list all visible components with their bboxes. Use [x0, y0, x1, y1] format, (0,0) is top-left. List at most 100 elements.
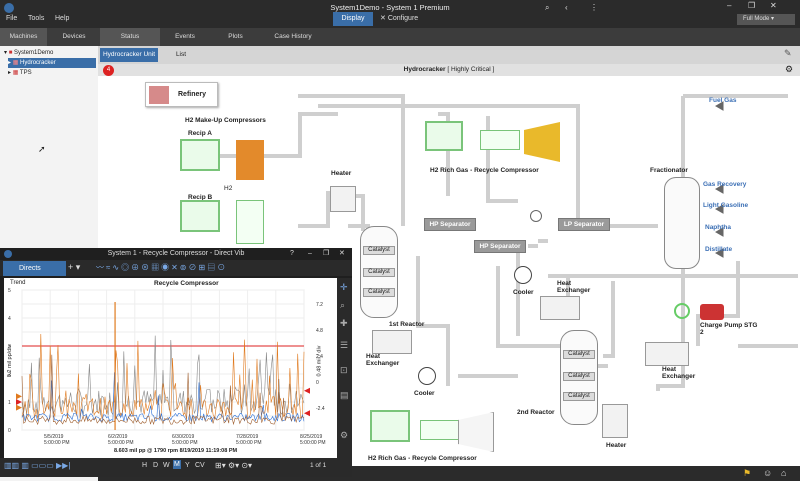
- cursor-icon[interactable]: ✚: [340, 318, 348, 329]
- tab-directs[interactable]: Directs: [3, 261, 66, 276]
- configure-button[interactable]: ✕ Configure: [380, 12, 430, 26]
- mode-select[interactable]: Full Mode ▾: [737, 14, 795, 25]
- menu-tools[interactable]: Tools: [28, 15, 44, 22]
- trend-plot[interactable]: Trend Recycle Compressor 0.2 mil pp/div …: [4, 278, 337, 458]
- light-gasoline-output[interactable]: Light Gasoline: [703, 202, 748, 209]
- cursor-readout: 8.603 mil pp @ 1790 rpm 8/19/2019 11:19:…: [114, 448, 238, 454]
- fractionator-column[interactable]: [664, 177, 700, 269]
- network-icon[interactable]: ⌂: [781, 468, 786, 478]
- menu-help[interactable]: Help: [55, 15, 69, 22]
- fuel-gas-output[interactable]: Fuel Gas: [709, 97, 736, 104]
- tab-machines[interactable]: Machines: [0, 28, 47, 46]
- heat-exchanger-1-label: Heat Exchanger: [366, 353, 400, 367]
- display-button[interactable]: Display: [333, 12, 373, 26]
- y2-tick-label: -2.4: [316, 406, 325, 412]
- series-marker: [16, 399, 22, 405]
- tab-plots[interactable]: Plots: [213, 28, 258, 46]
- timeline-icon[interactable]: ▥▥ ▥ ▭▭▭ ▶▶|: [4, 461, 70, 470]
- period-d[interactable]: D: [153, 462, 158, 469]
- minimize-icon[interactable]: –: [727, 1, 731, 10]
- back-icon[interactable]: ‹: [565, 3, 568, 12]
- status-text: Highly Critical: [451, 66, 491, 73]
- user-icon[interactable]: ☺: [763, 468, 772, 478]
- charge-pump-icon[interactable]: [700, 304, 724, 320]
- help-icon[interactable]: ?: [290, 248, 294, 260]
- heat-exchanger-3[interactable]: [645, 342, 689, 366]
- more-icon[interactable]: ⋮: [590, 3, 598, 12]
- tree-item-tps[interactable]: ▸ ▦ TPS: [8, 68, 96, 78]
- heat-exchanger-2[interactable]: [540, 296, 580, 320]
- valve-icon[interactable]: [530, 210, 542, 222]
- trend-title-bar: System 1 - Recycle Compressor - Direct V…: [0, 248, 352, 260]
- cooler-1-icon[interactable]: [418, 367, 436, 385]
- refinery-label: Refinery: [178, 91, 207, 98]
- tab-devices[interactable]: Devices: [50, 28, 98, 46]
- catalyst-bed: Catalyst: [363, 268, 395, 277]
- period-cv[interactable]: CV: [195, 462, 205, 469]
- maximize-icon[interactable]: ❐: [323, 248, 329, 260]
- close-icon[interactable]: ✕: [770, 1, 777, 10]
- minimize-icon[interactable]: –: [308, 248, 312, 260]
- naphtha-output[interactable]: Naphtha: [705, 224, 731, 231]
- tree-item-hydrocracker[interactable]: ▸ ▦ Hydrocracker: [8, 58, 96, 68]
- y2-tick-label: 7.2: [316, 302, 323, 308]
- crosshair-icon[interactable]: ✛: [340, 282, 348, 293]
- maximize-icon[interactable]: ❐: [748, 1, 755, 10]
- diagram-title: Hydrocracker: [403, 66, 446, 73]
- period-m[interactable]: M: [173, 460, 181, 469]
- add-plot-button[interactable]: + ▾: [68, 262, 80, 273]
- alarm-count: 4: [106, 67, 111, 73]
- bars-icon[interactable]: ☰: [340, 340, 348, 351]
- recycle-compressor-bottom[interactable]: [420, 420, 460, 440]
- tab-status[interactable]: Status: [100, 28, 160, 46]
- gas-recovery-output[interactable]: Gas Recovery: [703, 181, 746, 188]
- period-y[interactable]: Y: [185, 462, 190, 469]
- lp-separator[interactable]: LP Separator: [558, 218, 610, 231]
- alarm-badge[interactable]: 4: [103, 65, 114, 76]
- y2-tick-label: 0: [316, 380, 319, 386]
- filter-icon[interactable]: ▤: [340, 390, 349, 401]
- notification-icon[interactable]: ⚑: [743, 468, 751, 479]
- hp-separator-1[interactable]: HP Separator: [424, 218, 476, 231]
- hp-separator-2[interactable]: HP Separator: [474, 240, 526, 253]
- heater-bottom[interactable]: [602, 404, 628, 438]
- mode-label: Full Mode: [743, 16, 770, 22]
- series-marker: [16, 393, 22, 400]
- x-tick-time: 5:00:00 PM: [236, 440, 262, 446]
- marker-icon[interactable]: ⊡: [340, 365, 348, 376]
- recycle-motor-top[interactable]: [425, 121, 463, 151]
- tools-icon[interactable]: ⊞▾ ⚙▾ ⊙▾: [215, 461, 252, 470]
- recip-b-motor[interactable]: [180, 200, 220, 232]
- refinery-link[interactable]: Refinery: [145, 82, 218, 107]
- recip-a-compressor[interactable]: [236, 140, 264, 180]
- recip-a-motor[interactable]: [180, 139, 220, 171]
- status-badge: [ Highly Critical ]: [447, 66, 495, 73]
- settings-icon[interactable]: ⚙: [785, 64, 793, 75]
- heat-exchanger-2-label: Heat Exchanger: [557, 280, 591, 294]
- zoom-icon[interactable]: ⌕: [340, 300, 345, 311]
- tab-events[interactable]: Events: [160, 28, 210, 46]
- heater-top[interactable]: [330, 186, 356, 212]
- y-tick-label: 3: [8, 344, 11, 350]
- tab-case-history[interactable]: Case History: [263, 28, 323, 46]
- tab-hydrocracker-unit[interactable]: Hydrocracker Unit: [100, 48, 158, 62]
- recycle-compressor-top[interactable]: [480, 130, 520, 150]
- tree-item-system1demo[interactable]: ▾ ■ System1Demo: [4, 48, 98, 58]
- cooler-2-icon[interactable]: [514, 266, 532, 284]
- tab-list[interactable]: List: [166, 48, 196, 62]
- distillate-output[interactable]: Distillate: [705, 246, 732, 253]
- recycle-motor-bottom[interactable]: [370, 410, 410, 442]
- settings-icon[interactable]: ⚙: [340, 430, 348, 441]
- plot-type-icons[interactable]: 〰≈∿◎⊕⊗▦◉✕⊚⊘⊞▤⊙: [96, 262, 227, 273]
- heater-top-label: Heater: [331, 170, 352, 177]
- tree-label: TPS: [19, 70, 32, 76]
- close-icon[interactable]: ✕: [339, 248, 345, 260]
- period-w[interactable]: W: [163, 462, 170, 469]
- pump-green-icon[interactable]: [674, 303, 690, 319]
- recip-b-compressor[interactable]: [236, 200, 264, 244]
- edit-icon[interactable]: ✎: [784, 48, 792, 59]
- menu-file[interactable]: File: [6, 15, 17, 22]
- period-h[interactable]: H: [142, 462, 147, 469]
- zoom-icon[interactable]: ⌕: [545, 3, 549, 13]
- heat-exchanger-1[interactable]: [372, 330, 412, 354]
